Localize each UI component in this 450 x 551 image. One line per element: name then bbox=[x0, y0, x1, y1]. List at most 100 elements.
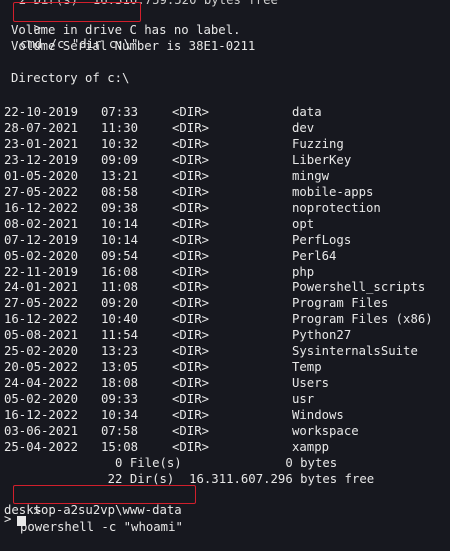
entry-date: 05-08-2021 bbox=[4, 328, 79, 343]
entry-name: Temp bbox=[292, 360, 322, 375]
entry-name: php bbox=[292, 264, 315, 279]
entry-time: 09:54 bbox=[101, 248, 139, 263]
entry-type: <DIR> bbox=[172, 232, 210, 247]
entry-name: workspace bbox=[292, 424, 359, 438]
entry-date: 05-02-2020 bbox=[4, 392, 79, 407]
entry-type: <DIR> bbox=[172, 216, 210, 231]
directory-entry-row: 16-12-2022 10:40 <DIR> Program Files (x86) bbox=[4, 311, 444, 327]
directory-entry-row: 28-07-2021 11:30 <DIR> dev bbox=[4, 120, 444, 136]
final-prompt-symbol: > bbox=[4, 512, 12, 526]
entry-time: 07:33 bbox=[101, 105, 139, 119]
entry-date: 20-05-2022 bbox=[4, 360, 79, 375]
command-1-highlight-box bbox=[13, 2, 141, 22]
entry-date: 25-02-2020 bbox=[4, 344, 79, 359]
entry-name: Windows bbox=[292, 408, 344, 423]
entry-date: 16-12-2022 bbox=[4, 200, 79, 215]
entry-time: 16:08 bbox=[101, 264, 139, 279]
entry-name: Fuzzing bbox=[292, 136, 344, 151]
volume-serial-line: Volume Serial Number is 38E1-0211 bbox=[11, 39, 256, 53]
entry-type: <DIR> bbox=[172, 360, 210, 375]
entry-type: <DIR> bbox=[172, 344, 210, 359]
entry-date: 16-12-2022 bbox=[4, 312, 79, 327]
entry-date: 07-12-2019 bbox=[4, 232, 79, 247]
directory-entry-row: 16-12-2022 10:34 <DIR> Windows bbox=[4, 407, 444, 423]
entry-type: <DIR> bbox=[172, 105, 210, 119]
directory-entry-row: 23-12-2019 09:09 <DIR> LiberKey bbox=[4, 152, 444, 168]
entry-time: 11:54 bbox=[101, 328, 139, 343]
entry-name: xampp bbox=[292, 439, 330, 454]
entry-time: 18:08 bbox=[101, 376, 139, 391]
entry-time: 11:08 bbox=[101, 280, 139, 295]
volume-label-line: Volume in drive C has no label. bbox=[11, 23, 241, 37]
entry-type: <DIR> bbox=[172, 312, 210, 327]
entry-type: <DIR> bbox=[172, 248, 210, 263]
entry-name: Python27 bbox=[292, 328, 352, 343]
entry-date: 22-10-2019 bbox=[4, 105, 79, 119]
entry-date: 28-07-2021 bbox=[4, 120, 79, 135]
entry-type: <DIR> bbox=[172, 184, 210, 199]
directory-entry-row: 08-02-2021 10:14 <DIR> opt bbox=[4, 216, 444, 232]
entry-type: <DIR> bbox=[172, 376, 210, 391]
entry-name: Users bbox=[292, 376, 330, 391]
entry-date: 23-01-2021 bbox=[4, 136, 79, 151]
entry-name: LiberKey bbox=[292, 152, 352, 167]
directory-entry-row: 25-04-2022 15:08 <DIR> xampp bbox=[4, 439, 444, 455]
entry-time: 10:32 bbox=[101, 136, 139, 151]
entry-name: Perl64 bbox=[292, 248, 337, 263]
directory-entry-row: 03-06-2021 07:58 <DIR> workspace bbox=[4, 423, 444, 439]
directory-entry-row: 05-02-2020 09:54 <DIR> Perl64 bbox=[4, 248, 444, 264]
entry-type: <DIR> bbox=[172, 392, 210, 407]
entry-time: 10:14 bbox=[101, 232, 139, 247]
entry-type: <DIR> bbox=[172, 296, 210, 311]
entry-time: 10:14 bbox=[101, 216, 139, 231]
entry-type: <DIR> bbox=[172, 136, 210, 151]
directory-entry-row: 05-02-2020 09:33 <DIR> usr bbox=[4, 391, 444, 407]
entry-date: 23-12-2019 bbox=[4, 152, 79, 167]
entry-time: 07:58 bbox=[101, 424, 139, 438]
directory-entry-row: 22-10-2019 07:33 <DIR> data bbox=[4, 104, 444, 120]
terminal-window[interactable]: 2 Dir(s) 16.310.759.520 bytes free > cmd… bbox=[0, 0, 450, 534]
entry-time: 09:20 bbox=[101, 296, 139, 311]
entry-date: 22-11-2019 bbox=[4, 264, 79, 279]
entry-date: 05-02-2020 bbox=[4, 248, 79, 263]
entry-name: mingw bbox=[292, 168, 330, 183]
text-cursor[interactable] bbox=[17, 516, 26, 526]
entry-time: 11:30 bbox=[101, 120, 139, 135]
entry-time: 13:23 bbox=[101, 344, 139, 359]
entry-date: 01-05-2020 bbox=[4, 168, 79, 183]
entry-type: <DIR> bbox=[172, 200, 210, 215]
directory-entry-row: 05-08-2021 11:54 <DIR> Python27 bbox=[4, 327, 444, 343]
entry-name: usr bbox=[292, 392, 315, 407]
entry-date: 25-04-2022 bbox=[4, 439, 79, 454]
entry-date: 03-06-2021 bbox=[4, 424, 79, 438]
directory-entry-row: 23-01-2021 10:32 <DIR> Fuzzing bbox=[4, 136, 444, 152]
entry-type: <DIR> bbox=[172, 152, 210, 167]
entry-time: 09:38 bbox=[101, 200, 139, 215]
entry-time: 09:33 bbox=[101, 392, 139, 407]
entry-date: 24-04-2022 bbox=[4, 376, 79, 391]
directory-of-line: Directory of c:\ bbox=[11, 71, 130, 85]
directory-entry-row: 20-05-2022 13:05 <DIR> Temp bbox=[4, 359, 444, 375]
entry-type: <DIR> bbox=[172, 264, 210, 279]
entry-name: Powershell_scripts bbox=[292, 280, 426, 295]
entry-name: noprotection bbox=[292, 200, 381, 215]
entry-time: 15:08 bbox=[101, 439, 139, 454]
entry-name: SysinternalsSuite bbox=[292, 344, 418, 359]
entry-date: 27-05-2022 bbox=[4, 184, 79, 199]
entry-name: Program Files (x86) bbox=[292, 312, 433, 327]
entry-name: Program Files bbox=[292, 296, 389, 311]
directory-entry-row: 01-05-2020 13:21 <DIR> mingw bbox=[4, 168, 444, 184]
entry-type: <DIR> bbox=[172, 280, 210, 295]
entry-date: 08-02-2021 bbox=[4, 216, 79, 231]
entry-name: PerfLogs bbox=[292, 232, 352, 247]
entry-date: 24-01-2021 bbox=[4, 280, 79, 295]
directory-entry-row: 24-04-2022 18:08 <DIR> Users bbox=[4, 375, 444, 391]
entry-type: <DIR> bbox=[172, 424, 210, 438]
files-summary-line: 0 File(s) 0 bytes bbox=[4, 456, 338, 470]
directory-entry-row: 22-11-2019 16:08 <DIR> php bbox=[4, 264, 444, 280]
entry-name: dev bbox=[292, 120, 315, 135]
directory-entry-row: 24-01-2021 11:08 <DIR> Powershell_scripts bbox=[4, 279, 444, 295]
entry-time: 08:58 bbox=[101, 184, 139, 199]
directory-entry-row: 07-12-2019 10:14 <DIR> PerfLogs bbox=[4, 232, 444, 248]
entry-time: 13:21 bbox=[101, 168, 139, 183]
